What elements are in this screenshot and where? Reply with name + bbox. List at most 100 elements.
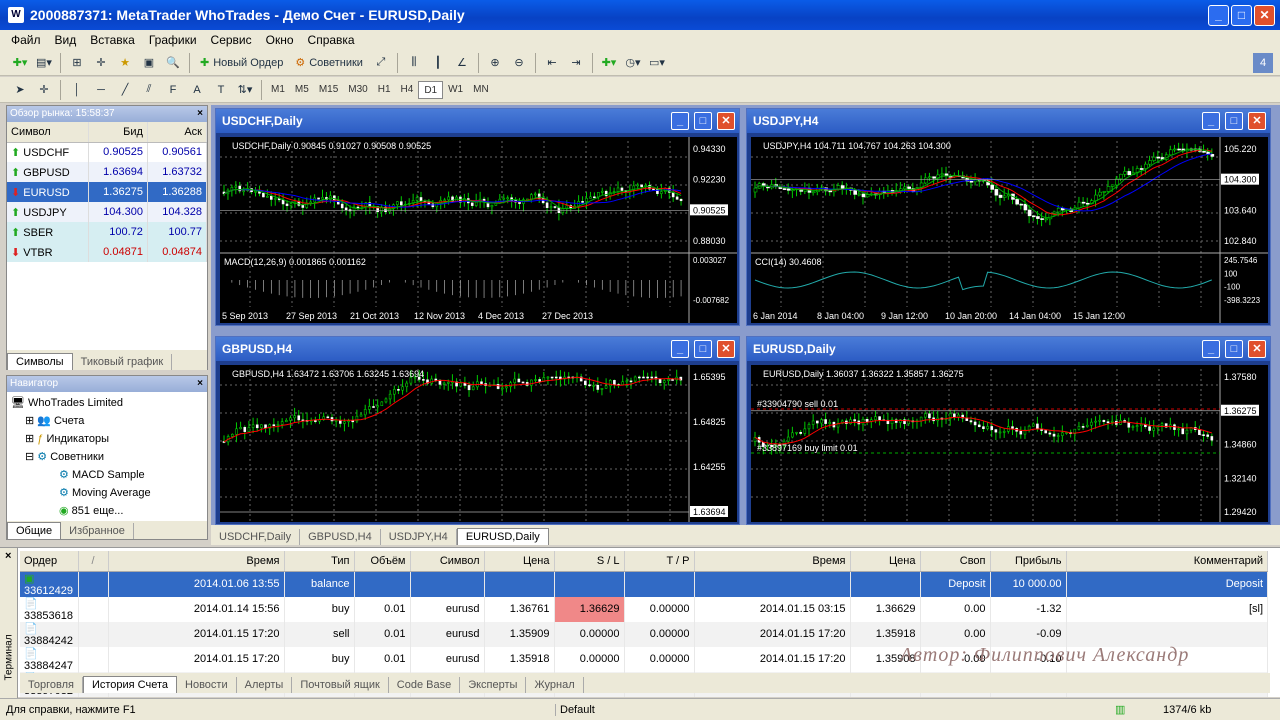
timeframe-h1[interactable]: H1 <box>373 81 396 99</box>
chart-canvas[interactable]: EURUSD,Daily 1.36037 1.36322 1.35857 1.3… <box>751 365 1268 522</box>
close-button[interactable]: ✕ <box>1248 340 1266 358</box>
tree-advisors[interactable]: ⊟ ⚙ Советники <box>11 448 203 466</box>
terminal-tab-7[interactable]: Журнал <box>526 677 584 693</box>
notification-badge[interactable]: 4 <box>1253 52 1273 73</box>
zoom-out-icon[interactable]: ⊖ <box>509 53 529 73</box>
timeframe-h4[interactable]: H4 <box>396 81 419 99</box>
cursor-icon[interactable]: ➤ <box>10 80 30 100</box>
col-time[interactable]: Время <box>108 551 285 572</box>
maximize-button[interactable]: □ <box>694 340 712 358</box>
close-button[interactable]: ✕ <box>1248 112 1266 130</box>
terminal-tab-5[interactable]: Code Base <box>389 677 461 693</box>
menu-window[interactable]: Окно <box>259 33 301 47</box>
close-button[interactable]: ✕ <box>717 340 735 358</box>
tree-expert-more[interactable]: ◉ 851 еще... <box>11 502 203 518</box>
tree-indicators[interactable]: ⊞ ƒ Индикаторы <box>11 430 203 448</box>
tree-expert-ma[interactable]: ⚙ Moving Average <box>11 484 203 502</box>
market-row[interactable]: ⬆ USDCHF 0.90525 0.90561 <box>7 142 208 162</box>
timeframe-m1[interactable]: M1 <box>266 81 290 99</box>
tester-icon[interactable]: 🔍 <box>163 53 183 73</box>
terminal-icon[interactable]: ▣ <box>139 53 159 73</box>
trendline-icon[interactable]: ╱ <box>115 80 135 100</box>
advisors-button[interactable]: ⚙ Советники <box>291 53 367 73</box>
chart-window-1[interactable]: USDJPY,H4 _ □ ✕ USDJPY,H4 104.711 104.767 10… <box>746 108 1271 326</box>
menu-file[interactable]: Файл <box>4 33 48 47</box>
col-order[interactable]: Ордер <box>20 551 79 572</box>
fibonacci-icon[interactable]: F <box>163 80 183 100</box>
timeframe-w1[interactable]: W1 <box>443 81 468 99</box>
market-row[interactable]: ⬇ VTBR 0.04871 0.04874 <box>7 242 208 262</box>
chart-window-0[interactable]: USDCHF,Daily _ □ ✕ USDCHF,Daily 0.90845 0.91… <box>215 108 740 326</box>
minimize-button[interactable]: _ <box>671 112 689 130</box>
zoom-in-icon[interactable]: ⊕ <box>485 53 505 73</box>
col-profit[interactable]: Прибыль <box>990 551 1067 572</box>
col-volume[interactable]: Объём <box>354 551 411 572</box>
close-icon[interactable]: × <box>5 550 11 562</box>
col-bid[interactable]: Бид <box>88 122 148 143</box>
crosshair-icon[interactable]: ✛ <box>34 80 54 100</box>
timeframe-m15[interactable]: M15 <box>314 81 343 99</box>
vertical-line-icon[interactable]: │ <box>67 80 87 100</box>
menu-charts[interactable]: Графики <box>142 33 204 47</box>
chart-tab-gbpusd[interactable]: GBPUSD,H4 <box>300 529 381 545</box>
minimize-button[interactable]: _ <box>671 340 689 358</box>
maximize-button[interactable]: □ <box>1225 112 1243 130</box>
col-tp[interactable]: T / P <box>624 551 695 572</box>
close-icon[interactable]: × <box>197 106 203 122</box>
terminal-tab-4[interactable]: Почтовый ящик <box>292 677 389 693</box>
chart-tab-usdchf[interactable]: USDCHF,Daily <box>211 529 301 545</box>
chart-tab-eurusd[interactable]: EURUSD,Daily <box>456 528 549 545</box>
chart-window-3[interactable]: EURUSD,Daily _ □ ✕ EURUSD,Daily 1.36037 1.36… <box>746 336 1271 525</box>
menu-help[interactable]: Справка <box>301 33 362 47</box>
terminal-tab-1[interactable]: История Счета <box>82 676 178 693</box>
chart-tab-usdjpy[interactable]: USDJPY,H4 <box>381 529 457 545</box>
new-order-button[interactable]: ✚ Новый Ордер <box>196 53 287 73</box>
tree-accounts[interactable]: ⊞ 👥 Счета <box>11 412 203 430</box>
market-row[interactable]: ⬆ GBPUSD 1.63694 1.63732 <box>7 162 208 182</box>
menu-tools[interactable]: Сервис <box>204 33 259 47</box>
minimize-button[interactable]: _ <box>1202 340 1220 358</box>
tree-expert-macd[interactable]: ⚙ MACD Sample <box>11 466 203 484</box>
text-label-icon[interactable]: T <box>211 80 231 100</box>
terminal-tab-3[interactable]: Алерты <box>237 677 293 693</box>
menu-view[interactable]: Вид <box>48 33 84 47</box>
sort-indicator[interactable]: / <box>78 551 109 572</box>
market-row[interactable]: ⬆ USDJPY 104.300 104.328 <box>7 202 208 222</box>
status-profile[interactable]: Default <box>555 703 1115 716</box>
col-close-time[interactable]: Время <box>694 551 851 572</box>
timeframe-d1[interactable]: D1 <box>418 80 444 99</box>
col-comment[interactable]: Комментарий <box>1066 551 1268 572</box>
close-button[interactable]: ✕ <box>1254 5 1275 26</box>
data-window-icon[interactable]: ✛ <box>91 53 111 73</box>
profiles-icon[interactable]: ▤▾ <box>34 53 54 73</box>
new-chart-icon[interactable]: ✚▾ <box>10 53 30 73</box>
tab-symbols[interactable]: Символы <box>7 353 73 370</box>
indicators-icon[interactable]: ✚▾ <box>599 53 619 73</box>
chart-window-2[interactable]: GBPUSD,H4 _ □ ✕ GBPUSD,H4 1.63472 1.63706 1.… <box>215 336 740 525</box>
terminal-tab-6[interactable]: Эксперты <box>460 677 527 693</box>
history-row[interactable]: 📄 33853618 2014.01.14 15:56 buy 0.01 eurusd 1… <box>20 596 1268 622</box>
col-sl[interactable]: S / L <box>554 551 625 572</box>
arrows-icon[interactable]: ⇅▾ <box>235 80 255 100</box>
horizontal-line-icon[interactable]: ─ <box>91 80 111 100</box>
maximize-button[interactable]: □ <box>1225 340 1243 358</box>
templates-icon[interactable]: ▭▾ <box>647 53 667 73</box>
terminal-tab-0[interactable]: Торговля <box>20 677 83 693</box>
terminal-tab-2[interactable]: Новости <box>177 677 237 693</box>
timeframe-mn[interactable]: MN <box>468 81 494 99</box>
close-icon[interactable]: × <box>197 376 203 392</box>
history-row[interactable]: ▣ 33612429 2014.01.06 13:55 balance Deposit… <box>20 571 1268 597</box>
tree-root[interactable]: 🖥 WhoTrades Limited <box>11 394 203 412</box>
chart-canvas[interactable]: USDCHF,Daily 0.90845 0.91027 0.90508 0.9… <box>220 137 737 323</box>
text-icon[interactable]: A <box>187 80 207 100</box>
chart-shift-icon[interactable]: ⇥ <box>566 53 586 73</box>
tab-common[interactable]: Общие <box>7 522 62 539</box>
autoscroll-icon[interactable]: ⇤ <box>542 53 562 73</box>
market-watch-icon[interactable]: ⊞ <box>67 53 87 73</box>
maximize-button[interactable]: □ <box>694 112 712 130</box>
close-button[interactable]: ✕ <box>717 112 735 130</box>
history-row[interactable]: 📄 33884242 2014.01.15 17:20 sell 0.01 eurusd… <box>20 621 1268 647</box>
bar-chart-icon[interactable]: ⫼ <box>404 53 424 73</box>
market-row[interactable]: ⬆ SBER 100.72 100.77 <box>7 222 208 242</box>
minimize-button[interactable]: _ <box>1202 112 1220 130</box>
